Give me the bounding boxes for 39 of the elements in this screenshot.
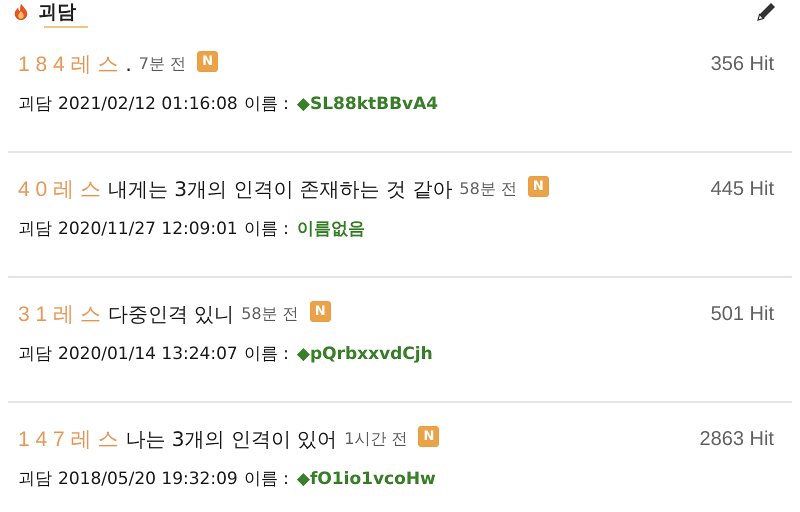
name-label: 이름 : <box>244 93 289 115</box>
reply-count: 4 0 레 스 <box>18 177 101 203</box>
author-name: ◆pQrbxxvdCjh <box>296 344 433 364</box>
thread-title[interactable]: 다중인격 있니 <box>108 300 234 328</box>
reply-count: 1 4 7 레 스 <box>18 427 118 453</box>
post-time: 58분 전 <box>459 178 517 200</box>
post-time: 7분 전 <box>138 54 186 74</box>
board-label: 괴담 <box>18 93 52 115</box>
new-badge: N <box>197 50 218 72</box>
pencil-icon[interactable] <box>754 0 778 24</box>
author-name: 이름없음 <box>296 218 365 240</box>
hit-count: 356 Hit <box>710 52 774 76</box>
new-badge: N <box>418 426 440 446</box>
hit-count: 501 Hit <box>710 302 774 326</box>
name-label: 이름 : <box>244 218 289 240</box>
board-title[interactable]: 괴담 <box>38 1 76 23</box>
author-name: ◆fO1io1vcoHw <box>296 468 436 488</box>
post-time: 58분 전 <box>241 304 299 324</box>
post-date: 2020/01/14 13:24:07 <box>58 344 238 364</box>
post-time: 1시간 전 <box>344 428 408 450</box>
board-label: 괴담 <box>18 218 52 240</box>
board-label: 괴담 <box>18 343 52 365</box>
flame-icon <box>12 3 30 21</box>
reply-count: 3 1 레 스 <box>18 302 101 328</box>
hit-count: 445 Hit <box>710 178 774 200</box>
name-label: 이름 : <box>244 343 289 365</box>
post-date: 2018/05/20 19:32:09 <box>58 468 238 488</box>
board-label: 괴담 <box>18 468 52 490</box>
thread-title[interactable]: . <box>125 52 132 76</box>
new-badge: N <box>310 300 331 322</box>
hit-count: 2863 Hit <box>700 428 774 450</box>
thread-title[interactable]: 내게는 3개의 인격이 존재하는 것 같아 <box>108 176 452 202</box>
post-date: 2021/02/12 01:16:08 <box>58 94 238 114</box>
reply-count: 1 8 4 레 스 <box>18 52 118 78</box>
post-date: 2020/11/27 12:09:01 <box>58 218 238 238</box>
thread-title[interactable]: 나는 3개의 인격이 있어 <box>125 426 338 452</box>
new-badge: N <box>528 176 549 196</box>
author-name: ◆SL88ktBBvA4 <box>296 94 438 114</box>
name-label: 이름 : <box>244 468 289 490</box>
